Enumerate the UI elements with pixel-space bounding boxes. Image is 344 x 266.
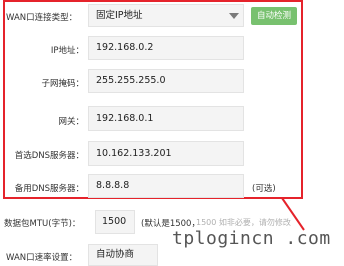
- wan-type-value: 固定IP地址: [96, 10, 143, 21]
- wan-speed-label: WAN口速率设置：: [6, 253, 78, 263]
- ip-address-input[interactable]: 192.168.0.2: [88, 36, 244, 60]
- wan-type-label: WAN口连接类型：: [6, 13, 78, 23]
- auto-detect-button[interactable]: 自动检测: [251, 7, 297, 25]
- dns2-input[interactable]: 8.8.8.8: [88, 174, 244, 198]
- highlight-frame: [3, 0, 303, 199]
- dns1-label: 首选DNS服务器：: [14, 151, 84, 161]
- subnet-mask-label: 子网掩码：: [41, 79, 84, 89]
- ip-label: IP地址：: [50, 46, 84, 56]
- wan-speed-select[interactable]: 自动协商: [88, 244, 158, 266]
- watermark: tplogincn .com: [172, 228, 331, 249]
- wan-type-select[interactable]: 固定IP地址: [88, 4, 244, 27]
- gateway-input[interactable]: 192.168.0.1: [88, 106, 244, 131]
- dns1-input[interactable]: 10.162.133.201: [88, 141, 244, 166]
- chevron-down-icon: [229, 13, 239, 19]
- subnet-mask-input[interactable]: 255.255.255.0: [88, 69, 244, 93]
- optional-hint: (可选): [252, 184, 276, 194]
- mtu-label: 数据包MTU(字节)：: [4, 219, 81, 229]
- gateway-label: 网关：: [58, 117, 84, 127]
- dns2-label: 备用DNS服务器：: [14, 184, 84, 194]
- mtu-input[interactable]: 1500: [95, 210, 135, 234]
- mtu-hint-faint: 1500 如非必要，请勿修改: [196, 218, 291, 227]
